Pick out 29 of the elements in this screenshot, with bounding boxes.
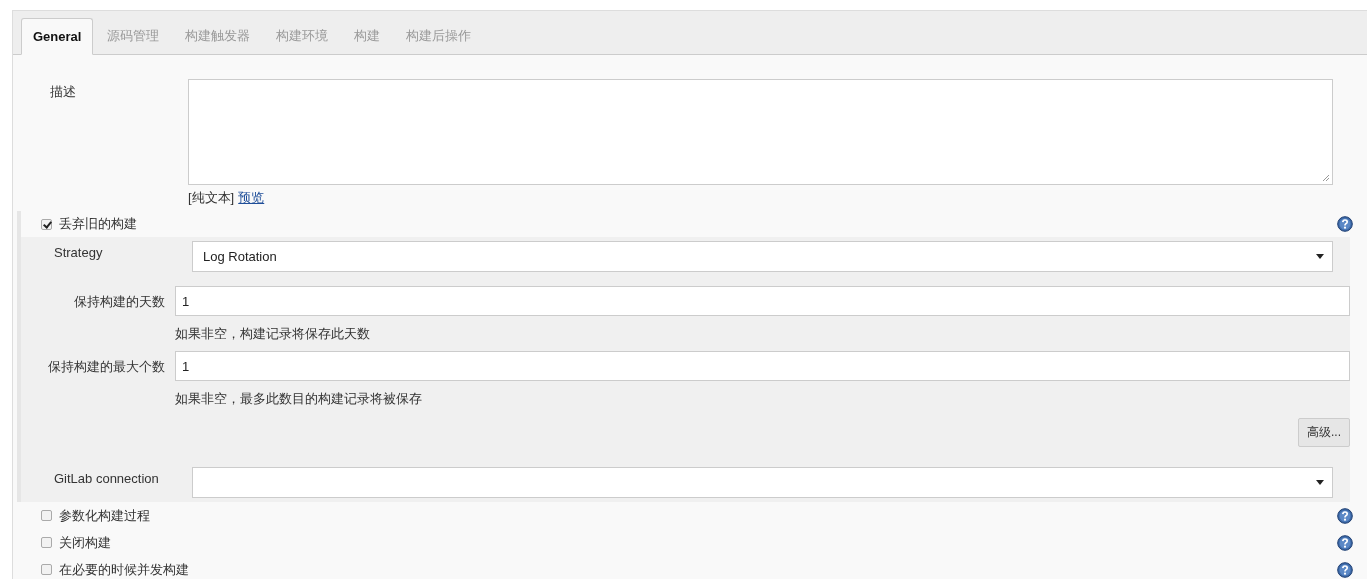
help-icon[interactable] bbox=[1337, 534, 1353, 551]
checkbox-label: 在必要的时候并发构建 bbox=[59, 560, 190, 579]
checkbox[interactable] bbox=[41, 510, 52, 521]
resize-grip-icon bbox=[1322, 174, 1330, 182]
checkbox-label: 丢弃旧的构建 bbox=[59, 215, 138, 233]
format-note: [纯文本] bbox=[188, 189, 235, 207]
field-label: Strategy bbox=[53, 244, 104, 260]
checkbox[interactable] bbox=[41, 218, 52, 230]
field-label: 保持构建的最大个数 bbox=[47, 358, 166, 376]
field-label: GitLab connection bbox=[53, 470, 160, 486]
caret-icon bbox=[1316, 480, 1324, 485]
checkbox-label: 参数化构建过程 bbox=[59, 506, 151, 525]
help-icon[interactable] bbox=[1337, 561, 1353, 578]
help-text: 如果非空，构建记录将保存此天数 bbox=[175, 325, 371, 343]
checkbox[interactable] bbox=[41, 537, 52, 548]
caret-icon bbox=[1316, 254, 1324, 259]
number-input[interactable]: 1 bbox=[175, 286, 1350, 316]
help-icon[interactable] bbox=[1337, 507, 1353, 524]
help-icon[interactable] bbox=[1337, 216, 1353, 232]
checkbox[interactable] bbox=[41, 564, 52, 575]
number-input[interactable]: 1 bbox=[175, 351, 1350, 381]
field-label: 保持构建的天数 bbox=[73, 293, 166, 311]
help-text: 如果非空，最多此数目的构建记录将被保存 bbox=[175, 390, 423, 408]
field-label: 描述 bbox=[49, 83, 77, 101]
tab[interactable]: General bbox=[21, 18, 94, 55]
checkbox-label: 关闭构建 bbox=[59, 533, 112, 552]
strategy-dropdown[interactable]: Log Rotation bbox=[192, 241, 1333, 272]
preview-link[interactable]: 预览 bbox=[238, 189, 265, 207]
advanced-button[interactable]: 高级... bbox=[1298, 418, 1350, 447]
